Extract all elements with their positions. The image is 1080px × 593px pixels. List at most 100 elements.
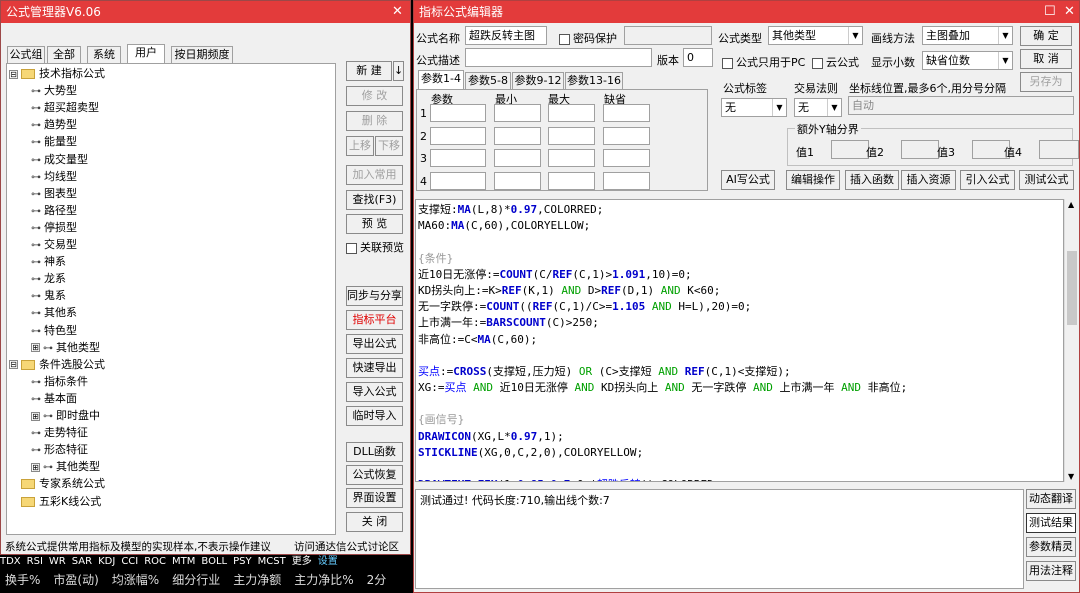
coord-input[interactable]: 自动 bbox=[848, 96, 1074, 115]
param-cell[interactable] bbox=[494, 149, 541, 167]
strip-item[interactable]: WR bbox=[49, 556, 66, 567]
strip-item[interactable]: MTM bbox=[172, 556, 195, 567]
param-cell[interactable] bbox=[603, 126, 650, 145]
strip-item[interactable]: KDJ bbox=[98, 556, 115, 567]
tab-by-date[interactable]: 按日期频度 bbox=[171, 46, 233, 63]
tree-item[interactable]: ⊶ 龙系 bbox=[31, 270, 66, 287]
tag-select[interactable]: 无 ▼ bbox=[721, 98, 787, 117]
strip-item[interactable]: PSY bbox=[233, 556, 252, 567]
formula-tree[interactable]: ⊟ 技术指标公式 ⊶ 大势型 ⊶ 超买超卖型 ⊶ 趋势型 ⊶ 能量型 ⊶ 成交量型 ⊶ 均线型 ⊶ 图表型 ⊶ 路… bbox=[6, 63, 336, 535]
cloud-formula-checkbox[interactable]: 云公式 bbox=[812, 54, 859, 70]
expand-icon[interactable]: ⊟ bbox=[9, 69, 18, 79]
usage-notes-button[interactable]: 用法注释 bbox=[1026, 561, 1076, 581]
move-down-button[interactable]: 下移 bbox=[375, 136, 403, 156]
dynamic-translate-button[interactable]: 动态翻译 bbox=[1026, 489, 1076, 509]
chevron-down-icon[interactable]: ▼ bbox=[998, 52, 1012, 69]
tree-item[interactable]: ⊶ 指标条件 bbox=[31, 373, 88, 390]
tab-system[interactable]: 系统 bbox=[87, 46, 121, 63]
strip-item[interactable]: MCST bbox=[258, 556, 286, 567]
checkbox-box[interactable] bbox=[346, 242, 357, 254]
tree-item[interactable]: ⊶ 超买超卖型 bbox=[31, 99, 99, 116]
tree-item[interactable]: ⊞ ⊶ 其他类型 bbox=[31, 458, 100, 475]
pc-only-checkbox[interactable]: 公式只用于PC bbox=[722, 54, 805, 70]
tab-formula-group[interactable]: 公式组 bbox=[7, 46, 45, 63]
tree-item[interactable]: 专家系统公式 bbox=[9, 475, 105, 492]
formula-restore-button[interactable]: 公式恢复 bbox=[346, 465, 403, 485]
strip-item[interactable]: RSI bbox=[27, 556, 43, 567]
y-value-input[interactable] bbox=[1039, 140, 1079, 159]
param-cell[interactable] bbox=[494, 104, 541, 122]
password-checkbox[interactable]: 密码保护 bbox=[559, 30, 617, 46]
tree-item[interactable]: ⊶ 鬼系 bbox=[31, 287, 66, 304]
strip-item[interactable]: TDX bbox=[0, 556, 21, 567]
ui-settings-button[interactable]: 界面设置 bbox=[346, 488, 403, 508]
new-button[interactable]: 新 建 bbox=[346, 61, 392, 81]
import-formula-button[interactable]: 导入公式 bbox=[346, 382, 403, 402]
tool-button[interactable]: AI写公式 bbox=[721, 170, 775, 190]
strip-item[interactable]: 更多 bbox=[292, 556, 312, 567]
close-icon[interactable]: ✕ bbox=[1064, 1, 1075, 23]
tool-button[interactable]: 插入资源 bbox=[901, 170, 956, 190]
strip-item[interactable]: SAR bbox=[72, 556, 92, 567]
expand-icon[interactable]: ⊟ bbox=[9, 360, 18, 370]
indicator-strip[interactable]: TDX RSI WR SAR KDJ CCI ROC MTM BOLL PSY MCST 更多 设置 bbox=[0, 555, 358, 569]
tree-item[interactable]: ⊟ 条件选股公式 bbox=[9, 356, 105, 373]
param-cell[interactable] bbox=[548, 126, 595, 145]
modify-button[interactable]: 修 改 bbox=[346, 86, 403, 106]
dll-function-button[interactable]: DLL函数 bbox=[346, 442, 403, 462]
trade-rule-select[interactable]: 无 ▼ bbox=[794, 98, 842, 117]
code-editor[interactable]: 支撑短:MA(L,8)*0.97,COLORRED; MA60:MA(C,60),… bbox=[415, 199, 1064, 482]
tree-item[interactable]: ⊞ ⊶ 其他类型 bbox=[31, 339, 100, 356]
draw-method-select[interactable]: 主图叠加 ▼ bbox=[922, 26, 1013, 45]
chevron-down-icon[interactable]: ▼ bbox=[848, 27, 862, 44]
formula-type-select[interactable]: 其他类型 ▼ bbox=[768, 26, 863, 45]
checkbox-box[interactable] bbox=[559, 33, 570, 45]
tab-params-5-8[interactable]: 参数5-8 bbox=[465, 72, 511, 89]
ok-button[interactable]: 确 定 bbox=[1020, 26, 1072, 46]
chevron-down-icon[interactable]: ▼ bbox=[827, 99, 841, 116]
tree-item[interactable]: ⊶ 能量型 bbox=[31, 133, 77, 150]
tab-user[interactable]: 用户 bbox=[127, 44, 165, 63]
tree-item[interactable]: ⊶ 走势特征 bbox=[31, 424, 88, 441]
checkbox-box[interactable] bbox=[722, 57, 733, 69]
strip-item[interactable]: ROC bbox=[144, 556, 166, 567]
tool-button[interactable]: 插入函数 bbox=[845, 170, 899, 190]
expand-icon[interactable]: ⊞ bbox=[31, 343, 40, 353]
formula-desc-input[interactable] bbox=[465, 48, 652, 67]
delete-button[interactable]: 删 除 bbox=[346, 111, 403, 131]
expand-icon[interactable]: ⊞ bbox=[31, 411, 40, 421]
tab-params-13-16[interactable]: 参数13-16 bbox=[565, 72, 623, 89]
param-cell[interactable] bbox=[603, 171, 650, 190]
strip-item[interactable]: 设置 bbox=[318, 556, 338, 567]
param-wizard-button[interactable]: 参数精灵 bbox=[1026, 537, 1076, 557]
tab-params-1-4[interactable]: 参数1-4 bbox=[418, 70, 464, 89]
move-up-button[interactable]: 上移 bbox=[346, 136, 374, 156]
preview-button[interactable]: 预 览 bbox=[346, 214, 403, 234]
export-formula-button[interactable]: 导出公式 bbox=[346, 334, 403, 354]
tree-item[interactable]: ⊶ 形态特征 bbox=[31, 441, 88, 458]
temp-import-button[interactable]: 临时导入 bbox=[346, 406, 403, 426]
expand-icon[interactable]: ⊞ bbox=[31, 462, 40, 472]
new-dropdown-button[interactable]: ↓ bbox=[393, 61, 404, 81]
y-value-input[interactable] bbox=[831, 140, 869, 159]
tree-item[interactable]: ⊶ 特色型 bbox=[31, 322, 77, 339]
strip-item[interactable]: BOLL bbox=[201, 556, 227, 567]
tree-item[interactable]: ⊶ 停损型 bbox=[31, 219, 77, 236]
quick-export-button[interactable]: 快速导出 bbox=[346, 358, 403, 378]
maximize-icon[interactable]: ☐ bbox=[1044, 1, 1056, 23]
password-input[interactable] bbox=[624, 26, 712, 45]
tree-item[interactable]: 五彩K线公式 bbox=[9, 493, 101, 510]
checkbox-box[interactable] bbox=[812, 57, 823, 69]
version-input[interactable]: 0 bbox=[683, 48, 713, 67]
param-cell[interactable] bbox=[430, 149, 486, 167]
param-cell[interactable] bbox=[603, 149, 650, 167]
param-cell[interactable] bbox=[494, 171, 541, 190]
forum-link[interactable]: 访问通达信公式讨论区 bbox=[294, 539, 399, 554]
param-cell[interactable] bbox=[430, 104, 486, 122]
cancel-button[interactable]: 取 消 bbox=[1020, 49, 1072, 69]
tree-item[interactable]: ⊶ 路径型 bbox=[31, 202, 77, 219]
tree-item[interactable]: ⊶ 图表型 bbox=[31, 185, 77, 202]
save-as-button[interactable]: 另存为 bbox=[1020, 72, 1072, 92]
add-common-button[interactable]: 加入常用 bbox=[346, 165, 403, 185]
tree-item[interactable]: ⊶ 大势型 bbox=[31, 82, 77, 99]
